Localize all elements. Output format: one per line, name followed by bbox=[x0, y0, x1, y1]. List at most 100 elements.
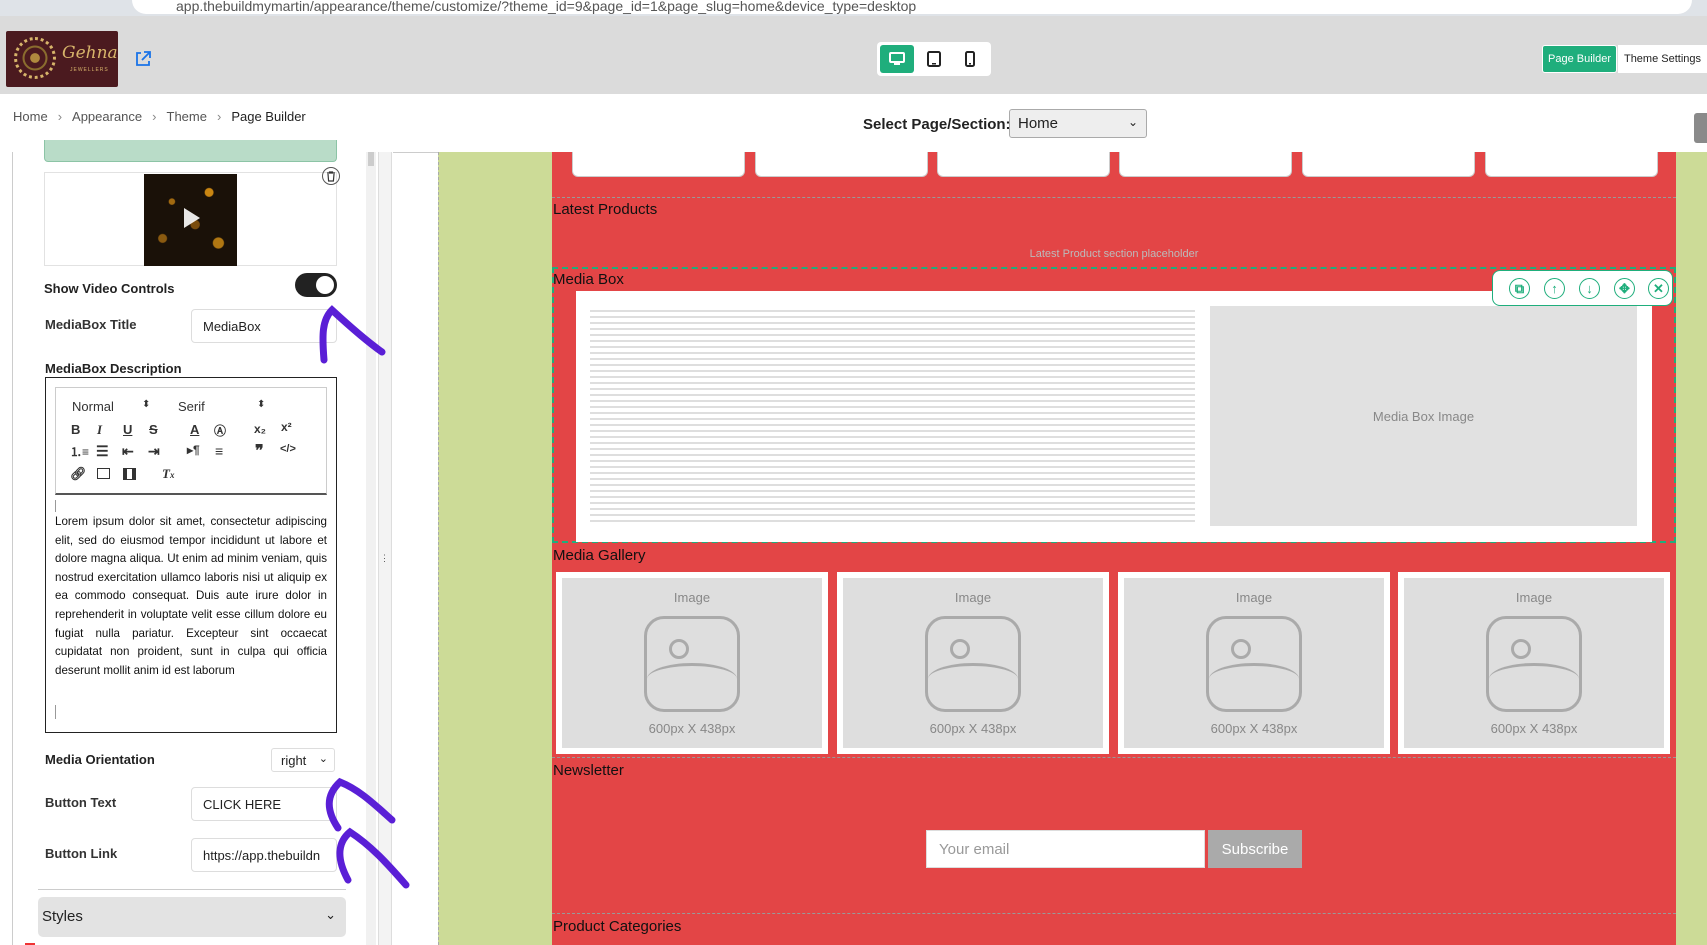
media-box-image[interactable]: Media Box Image bbox=[1210, 306, 1637, 526]
text-color-icon[interactable]: A bbox=[190, 422, 199, 437]
duplicate-icon[interactable]: ⧉ bbox=[1509, 278, 1530, 299]
blockquote-icon[interactable]: ❞ bbox=[255, 441, 264, 461]
category-card[interactable] bbox=[755, 152, 928, 177]
right-panel-handle[interactable] bbox=[1694, 113, 1707, 143]
format-select[interactable]: Normal bbox=[72, 399, 114, 414]
toggle-knob bbox=[316, 276, 334, 294]
background-color-icon[interactable]: Ⓐ bbox=[214, 422, 226, 439]
gallery-card[interactable]: Image 600px X 438px bbox=[1398, 572, 1670, 754]
media-orientation-value: right bbox=[281, 753, 307, 768]
page-section-select[interactable]: Home ⌄ bbox=[1009, 109, 1147, 138]
product-categories-title[interactable]: Product Categories bbox=[553, 918, 681, 935]
logo-subtitle: JEWELLERS bbox=[70, 67, 109, 73]
outdent-icon[interactable]: ⇤ bbox=[122, 443, 134, 460]
indent-icon[interactable]: ⇥ bbox=[148, 443, 160, 460]
page-builder-button[interactable]: Page Builder bbox=[1542, 45, 1617, 73]
subscript-icon[interactable]: x₂ bbox=[254, 422, 266, 436]
category-card[interactable] bbox=[1302, 152, 1475, 177]
font-select[interactable]: Serif bbox=[178, 399, 205, 414]
gallery-image-label: Image bbox=[673, 590, 711, 605]
category-card[interactable] bbox=[937, 152, 1110, 177]
show-video-controls-toggle[interactable] bbox=[295, 273, 337, 297]
mediabox-title-input[interactable]: MediaBox bbox=[191, 309, 337, 343]
superscript-icon[interactable]: x² bbox=[281, 420, 292, 434]
latest-products-title[interactable]: Latest Products bbox=[553, 201, 657, 218]
section-border bbox=[552, 197, 1676, 198]
underline-icon[interactable]: U bbox=[123, 422, 132, 437]
gallery-image-size: 600px X 438px bbox=[648, 721, 736, 736]
desktop-icon bbox=[889, 52, 905, 65]
code-block-icon[interactable]: </> bbox=[280, 443, 296, 455]
align-icon[interactable]: ≡ bbox=[215, 443, 223, 459]
image-placeholder-icon bbox=[1486, 616, 1582, 712]
styles-accordion[interactable]: Styles ⌄ bbox=[38, 897, 346, 937]
subscribe-button[interactable]: Subscribe bbox=[1208, 830, 1302, 868]
sort-icon: ⬍ bbox=[257, 399, 266, 410]
section-toolbar: ⧉ ↑ ↓ ✥ ✕ bbox=[1492, 270, 1673, 306]
category-card[interactable] bbox=[1485, 152, 1658, 177]
address-field[interactable]: app.thebuildmymartin/appearance/theme/cu… bbox=[132, 0, 1692, 14]
move-up-icon[interactable]: ↑ bbox=[1544, 278, 1565, 299]
bold-icon[interactable]: B bbox=[71, 422, 80, 437]
breadcrumb-appearance[interactable]: Appearance bbox=[72, 109, 142, 124]
gallery-image-size: 600px X 438px bbox=[1210, 721, 1298, 736]
tablet-view-button[interactable] bbox=[917, 45, 951, 73]
newsletter-email-input[interactable]: Your email bbox=[926, 830, 1205, 868]
divider bbox=[38, 889, 346, 890]
move-down-icon[interactable]: ↓ bbox=[1579, 278, 1600, 299]
image-placeholder-icon bbox=[925, 616, 1021, 712]
trash-icon[interactable] bbox=[322, 167, 340, 185]
button-link-input[interactable]: https://app.thebuildn bbox=[191, 838, 337, 872]
media-box-text-skeleton bbox=[590, 306, 1195, 526]
text-caret bbox=[55, 705, 56, 719]
brand-logo[interactable]: Gehna JEWELLERS bbox=[6, 31, 118, 87]
button-link-label: Button Link bbox=[45, 846, 118, 861]
button-text-label: Button Text bbox=[45, 795, 117, 810]
category-card[interactable] bbox=[1119, 152, 1292, 177]
media-orientation-select[interactable]: right ⌄ bbox=[271, 748, 335, 772]
scrollbar-thumb[interactable] bbox=[368, 152, 374, 166]
top-bar bbox=[0, 16, 1707, 94]
video-icon[interactable] bbox=[123, 468, 136, 480]
strikethrough-icon[interactable]: S bbox=[149, 422, 158, 437]
gallery-card[interactable]: Image 600px X 438px bbox=[556, 572, 828, 754]
breadcrumb-home[interactable]: Home bbox=[13, 109, 48, 124]
tablet-icon bbox=[927, 51, 941, 67]
device-switcher bbox=[877, 42, 991, 76]
bullet-list-icon[interactable]: ☰ bbox=[96, 443, 109, 460]
media-gallery-title[interactable]: Media Gallery bbox=[553, 547, 646, 564]
select-page-label: Select Page/Section: bbox=[863, 116, 1011, 133]
gallery-image-label: Image bbox=[954, 590, 992, 605]
text-direction-icon[interactable]: ▸¶ bbox=[187, 443, 200, 457]
gallery-card[interactable]: Image 600px X 438px bbox=[1118, 572, 1390, 754]
clear-format-icon[interactable]: Tx bbox=[162, 466, 174, 482]
mobile-view-button[interactable] bbox=[953, 45, 987, 73]
settings-scrollbar[interactable] bbox=[366, 152, 376, 945]
chevron-down-icon: ⌄ bbox=[1127, 115, 1138, 129]
format-value: Normal bbox=[72, 399, 114, 414]
close-icon[interactable]: ✕ bbox=[1648, 278, 1669, 299]
panel-resize-divider[interactable] bbox=[378, 152, 392, 945]
newsletter-title[interactable]: Newsletter bbox=[553, 762, 624, 779]
italic-icon[interactable]: I bbox=[97, 422, 102, 438]
media-box-title[interactable]: Media Box bbox=[553, 271, 624, 288]
ordered-list-icon[interactable]: ⒈≡ bbox=[70, 443, 89, 460]
chevron-right-icon: › bbox=[57, 109, 63, 124]
external-link-icon[interactable] bbox=[134, 50, 152, 68]
breadcrumb-theme[interactable]: Theme bbox=[167, 109, 207, 124]
mobile-icon bbox=[965, 51, 975, 67]
button-text-input[interactable]: CLICK HERE bbox=[191, 787, 337, 821]
gallery-card[interactable]: Image 600px X 438px bbox=[837, 572, 1109, 754]
logo-emblem-icon bbox=[14, 37, 56, 79]
category-card[interactable] bbox=[572, 152, 745, 177]
play-icon[interactable] bbox=[184, 208, 200, 228]
description-text[interactable]: Lorem ipsum dolor sit amet, consectetur … bbox=[55, 513, 327, 680]
drag-move-icon[interactable]: ✥ bbox=[1614, 278, 1635, 299]
theme-settings-button[interactable]: Theme Settings bbox=[1618, 45, 1707, 73]
image-icon[interactable] bbox=[97, 468, 110, 479]
gallery-image-size: 600px X 438px bbox=[1490, 721, 1578, 736]
resize-grip-icon[interactable]: ⋮ bbox=[380, 553, 390, 567]
desktop-view-button[interactable] bbox=[880, 45, 914, 73]
chevron-down-icon: ⌄ bbox=[318, 753, 328, 765]
link-icon[interactable]: 🔗︎ bbox=[70, 466, 87, 482]
